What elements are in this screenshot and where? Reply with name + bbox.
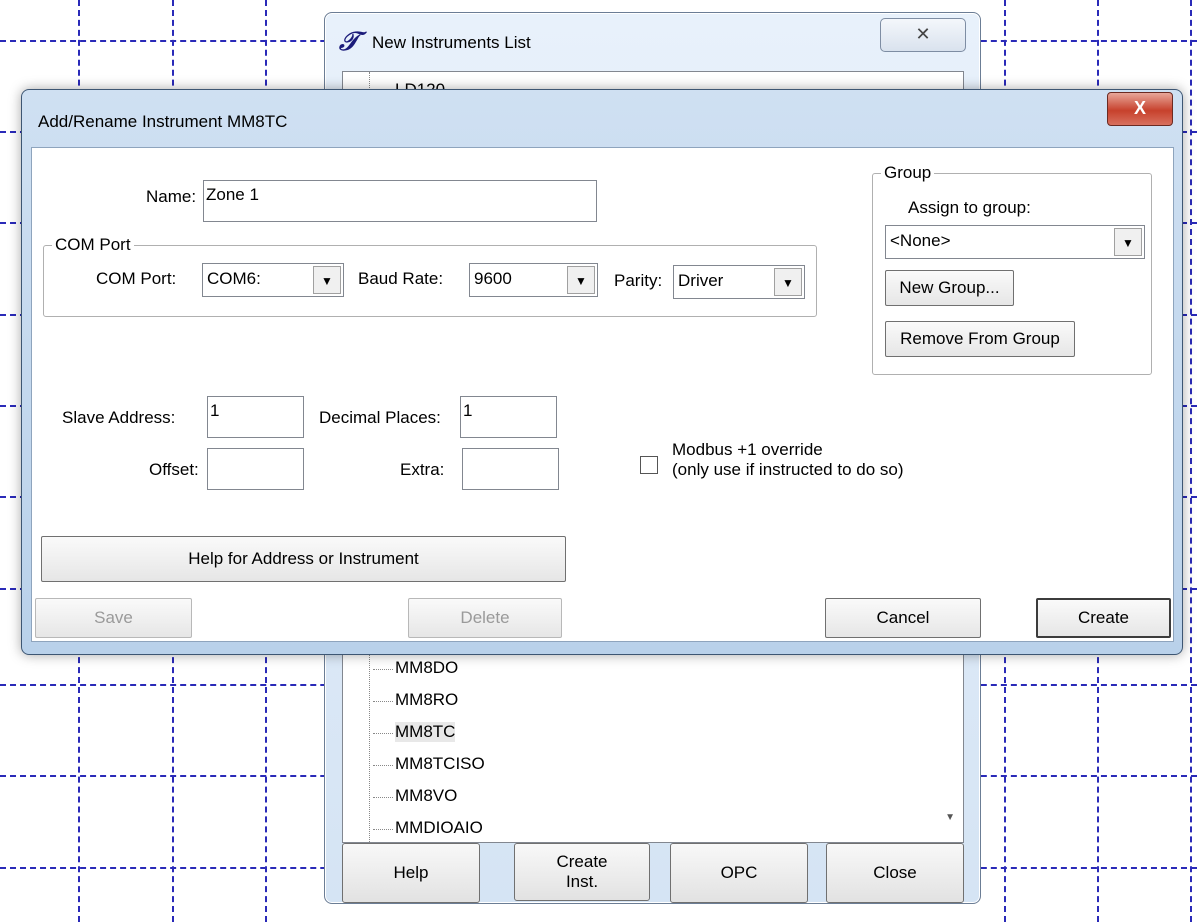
modbus-override-note: (only use if instructed to do so) [672, 460, 904, 479]
app-logo-icon: 𝒯 [339, 27, 359, 57]
window-title: New Instruments List [372, 33, 531, 52]
extra-input[interactable] [462, 448, 559, 490]
slave-address-label: Slave Address: [62, 408, 176, 427]
close-button[interactable]: Close [826, 843, 964, 903]
decimal-places-input[interactable]: 1 [460, 396, 557, 438]
dialog-title: Add/Rename Instrument MM8TC [38, 112, 288, 131]
opc-button[interactable]: OPC [670, 843, 808, 903]
assign-group-value: <None> [890, 231, 951, 250]
baud-rate-value: 9600 [474, 269, 512, 288]
create-inst-button[interactable]: Create Inst. [514, 843, 650, 901]
cancel-button[interactable]: Cancel [825, 598, 981, 638]
help-button[interactable]: Help [342, 843, 480, 903]
baud-rate-select[interactable]: 9600 ▼ [469, 263, 598, 297]
baud-rate-label: Baud Rate: [358, 269, 444, 288]
dialog-body: Name: Zone 1 COM Port COM Port: COM6: ▼ … [31, 147, 1174, 642]
create-button[interactable]: Create [1036, 598, 1171, 638]
scroll-down-icon[interactable]: ▼ [945, 812, 955, 823]
chevron-down-icon[interactable]: ▼ [774, 268, 802, 296]
grid-line [1190, 0, 1192, 922]
offset-input[interactable] [207, 448, 304, 490]
slave-address-input[interactable]: 1 [207, 396, 304, 438]
group-box-label: Group [881, 163, 935, 183]
save-button[interactable]: Save [35, 598, 192, 638]
add-rename-instrument-dialog: Add/Rename Instrument MM8TC X Name: Zone… [21, 89, 1183, 655]
close-window-button[interactable]: ✕ [880, 18, 966, 52]
chevron-down-icon[interactable]: ▼ [313, 266, 341, 294]
decimal-places-label: Decimal Places: [319, 408, 441, 427]
parity-label: Parity: [614, 271, 663, 290]
delete-button[interactable]: Delete [408, 598, 562, 638]
parity-value: Driver [678, 271, 724, 290]
com-port-label: COM Port: [96, 269, 177, 288]
parity-select[interactable]: Driver ▼ [673, 265, 805, 299]
close-icon: X [1133, 98, 1146, 118]
name-input[interactable]: Zone 1 [203, 180, 597, 222]
dialog-close-button[interactable]: X [1107, 92, 1173, 126]
assign-group-select[interactable]: <None> ▼ [885, 225, 1145, 259]
com-port-value: COM6: [207, 269, 261, 288]
com-port-select[interactable]: COM6: ▼ [202, 263, 344, 297]
chevron-down-icon[interactable]: ▼ [1114, 228, 1142, 256]
offset-label: Offset: [149, 460, 199, 479]
modbus-override-checkbox[interactable] [640, 456, 658, 474]
chevron-down-icon[interactable]: ▼ [567, 266, 595, 294]
assign-to-group-label: Assign to group: [908, 198, 1031, 217]
new-group-button[interactable]: New Group... [885, 270, 1014, 306]
com-port-group-label: COM Port [52, 235, 134, 255]
help-address-instrument-button[interactable]: Help for Address or Instrument [41, 536, 566, 582]
remove-from-group-button[interactable]: Remove From Group [885, 321, 1075, 357]
name-label: Name: [146, 187, 197, 206]
close-icon: ✕ [915, 24, 931, 44]
modbus-override-label: Modbus +1 override [672, 440, 823, 459]
extra-label: Extra: [400, 460, 445, 479]
